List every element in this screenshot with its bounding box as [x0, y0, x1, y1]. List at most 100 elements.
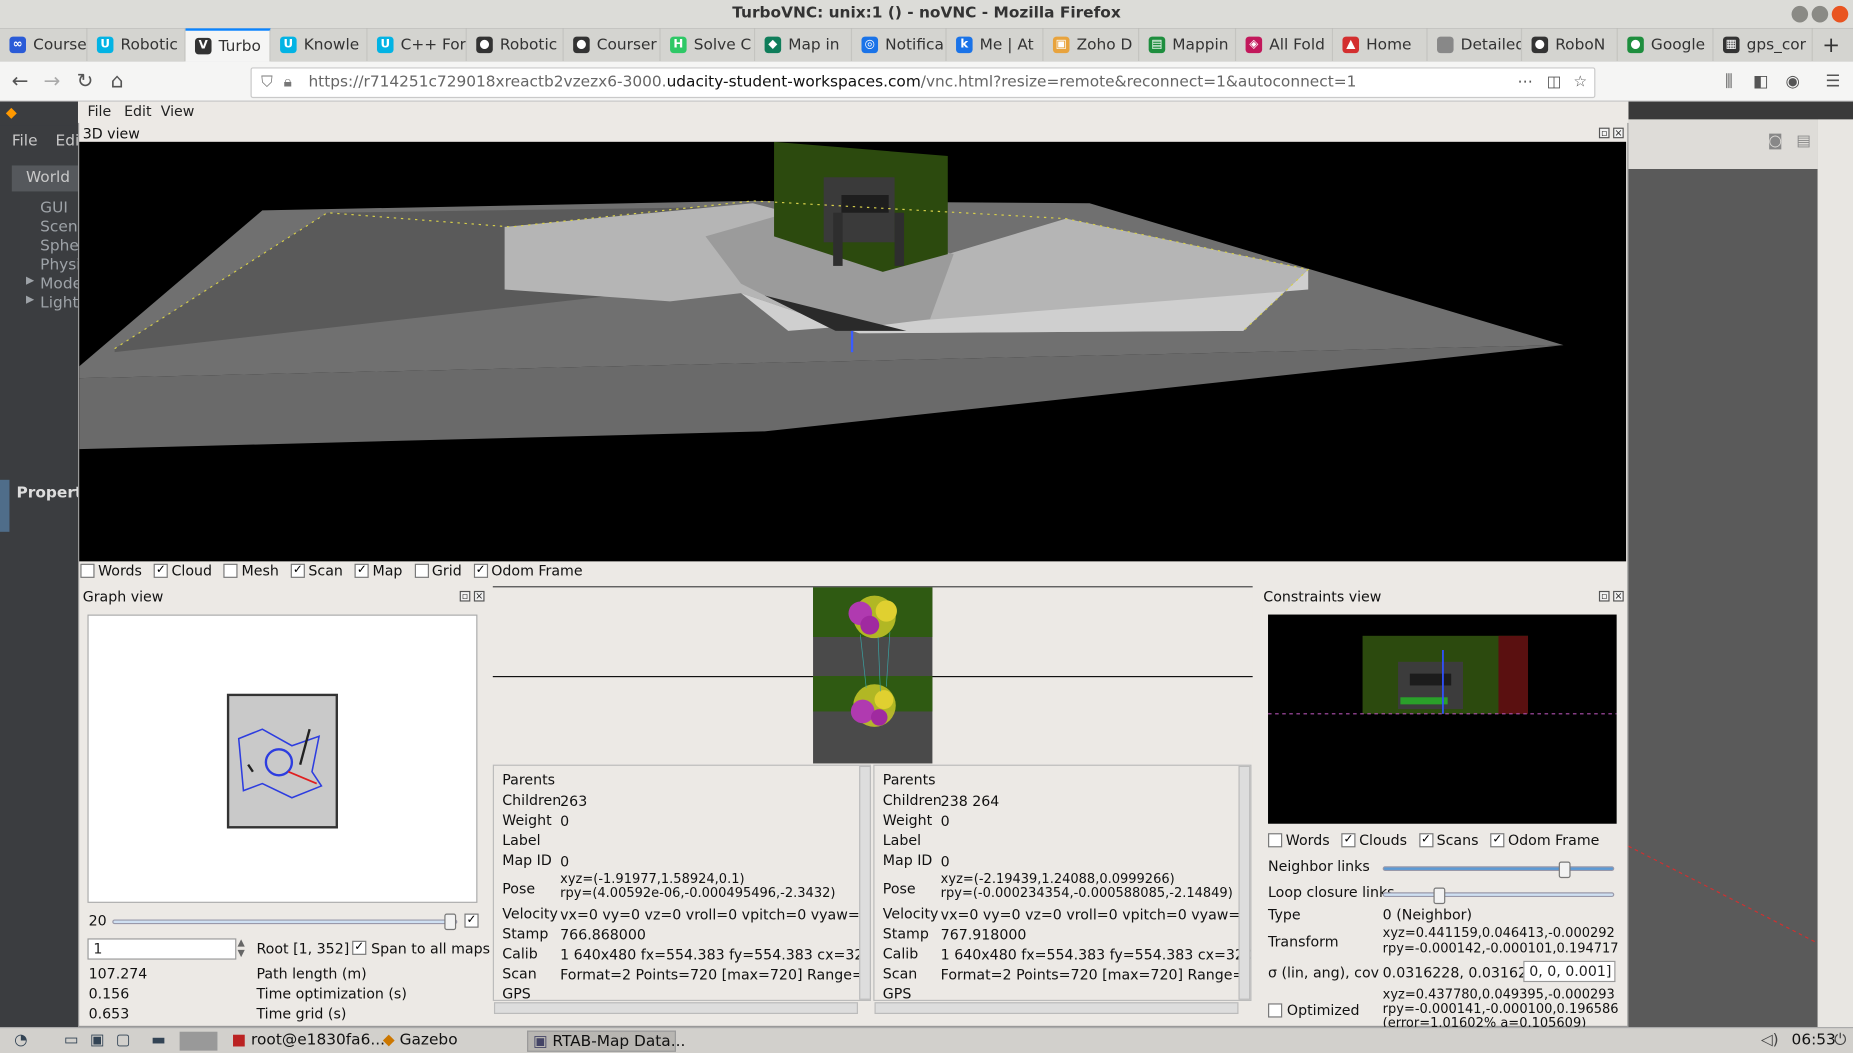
view3d-float-icon[interactable]: ▫	[1598, 127, 1610, 139]
graph-slider-handle[interactable]	[444, 913, 457, 931]
tab-12[interactable]: ▤ Mappin	[1139, 28, 1237, 62]
graph-close-icon[interactable]: ×	[473, 590, 485, 602]
library-icon[interactable]: ⫼	[1716, 70, 1742, 94]
gazebo-world-tab[interactable]: World	[26, 169, 70, 187]
back-icon[interactable]: ←	[7, 70, 33, 94]
view3d-opt-scan[interactable]: ✓ Scan	[290, 563, 343, 579]
span-maps-checkbox[interactable]: ✓	[352, 940, 367, 955]
constraints-close-icon[interactable]: ×	[1613, 590, 1624, 602]
graph-float-icon[interactable]: ▫	[459, 590, 471, 602]
reload-icon[interactable]: ↻	[72, 70, 98, 94]
tab-9[interactable]: ◎ Notifica	[852, 28, 947, 62]
tab-3[interactable]: U Knowle	[271, 28, 368, 62]
view3d-opt-map[interactable]: ✓ Map	[354, 563, 402, 579]
left-info-vscrollbar[interactable]	[859, 765, 871, 1000]
world-item-gui[interactable]: GUI	[40, 200, 68, 218]
checkbox[interactable]	[414, 563, 429, 578]
taskbar-gazebo[interactable]: ◆ Gazebo	[378, 1031, 520, 1052]
more-icon[interactable]: ⋯	[1517, 69, 1532, 97]
expand-models-icon[interactable]: ▶	[26, 275, 34, 287]
checkbox[interactable]: ✓	[1341, 833, 1356, 848]
rtab-menu-edit[interactable]: Edit	[124, 103, 151, 120]
tab-1[interactable]: U Robotic	[87, 28, 186, 62]
checkbox[interactable]: ✓	[290, 563, 305, 578]
tab-8[interactable]: ◆ Map in	[755, 28, 853, 62]
optimized-checkbox[interactable]	[1268, 1003, 1283, 1018]
log-icon[interactable]: ▤	[1796, 132, 1811, 150]
checkbox[interactable]: ✓	[1490, 833, 1505, 848]
menu-icon[interactable]: ☰	[1820, 70, 1846, 94]
tab-16[interactable]: ● RoboN	[1522, 28, 1618, 62]
taskbar-terminal[interactable]: ■ root@e1830fa6...	[227, 1031, 385, 1052]
account-icon[interactable]: ◉	[1780, 70, 1806, 94]
cons-opt-clouds[interactable]: ✓ Clouds	[1341, 832, 1407, 849]
constraints-view-canvas[interactable]	[1268, 614, 1617, 824]
home-icon[interactable]: ⌂	[104, 70, 130, 94]
files-icon[interactable]: ▭	[59, 1031, 79, 1052]
checkbox[interactable]	[80, 563, 95, 578]
graph-id-spinbox[interactable]: 1	[87, 938, 237, 960]
view3d-close-icon[interactable]: ×	[1613, 127, 1624, 139]
forward-icon[interactable]: →	[39, 70, 65, 94]
tab-2[interactable]: VTurbo✕	[185, 28, 271, 62]
taskbar-rtabmap[interactable]: ▣ RTAB-Map Data...	[527, 1030, 685, 1052]
view3d-opt-words[interactable]: Words	[80, 563, 142, 579]
pocket-icon[interactable]: ◫	[1547, 69, 1562, 97]
rtab-menu-file[interactable]: File	[87, 103, 111, 120]
checkbox[interactable]: ✓	[1418, 833, 1434, 848]
power-icon[interactable]: ⏻	[1829, 1031, 1846, 1052]
panel-collapse-handle[interactable]	[0, 479, 10, 532]
view3d-opt-grid[interactable]: Grid	[414, 563, 462, 579]
graph-slider[interactable]	[112, 919, 458, 925]
graph-view-canvas[interactable]	[87, 614, 478, 903]
close-window-button[interactable]	[1831, 5, 1849, 23]
volume-icon[interactable]: ◁)	[1756, 1031, 1779, 1052]
tab-0[interactable]: ∞ Courser	[0, 28, 88, 62]
gazebo-menu-edit[interactable]: Edi	[56, 132, 80, 150]
tab-5[interactable]: ● Robotic	[467, 28, 564, 62]
view3d-opt-odom-frame[interactable]: ✓ Odom Frame	[473, 563, 583, 579]
checkbox[interactable]: ✓	[153, 563, 168, 578]
view3d-opt-cloud[interactable]: ✓ Cloud	[153, 563, 212, 579]
workspace-switcher[interactable]	[179, 1031, 218, 1051]
loop-links-handle[interactable]	[1433, 887, 1446, 905]
checkbox[interactable]: ✓	[354, 563, 369, 578]
checkbox[interactable]: ✓	[473, 563, 488, 578]
tab-11[interactable]: ▣ Zoho D	[1043, 28, 1140, 62]
tab-13[interactable]: ◈ All Fold	[1236, 28, 1334, 62]
desktop-icon[interactable]: ▣	[85, 1031, 105, 1052]
tab-4[interactable]: U C++ For	[368, 28, 467, 62]
view3d-opt-mesh[interactable]: Mesh	[223, 563, 279, 579]
cons-opt-odom-frame[interactable]: ✓ Odom Frame	[1490, 832, 1599, 849]
checkbox[interactable]	[223, 563, 238, 578]
tab-7[interactable]: H Solve C	[661, 28, 756, 62]
right-info-hscrollbar[interactable]	[874, 1002, 1239, 1015]
world-item-models[interactable]: Mode	[40, 275, 82, 293]
window-icon[interactable]: ▢	[111, 1031, 131, 1052]
covariance-field[interactable]: 0, 0, 0.001]	[1523, 960, 1616, 983]
spin-arrows-icon[interactable]: ▲ ▼	[238, 937, 245, 958]
camera-icon[interactable]: ◙	[1768, 132, 1783, 150]
sidebar-icon[interactable]: ◧	[1748, 70, 1774, 94]
tab-18[interactable]: ▦ gps_cor	[1714, 28, 1813, 62]
bookmark-star-icon[interactable]: ☆	[1573, 69, 1587, 97]
gazebo-menu-file[interactable]: File	[12, 132, 38, 150]
tab-10[interactable]: k Me | At	[947, 28, 1044, 62]
cons-opt-words[interactable]: Words	[1268, 832, 1330, 849]
neighbor-links-handle[interactable]	[1558, 861, 1571, 879]
new-tab-button[interactable]: +	[1813, 28, 1850, 61]
rtab-menu-view[interactable]: View	[161, 103, 195, 120]
right-info-vscrollbar[interactable]	[1238, 765, 1251, 1000]
maximize-button[interactable]	[1811, 5, 1829, 23]
left-info-hscrollbar[interactable]	[493, 1002, 858, 1015]
checkbox[interactable]	[1268, 833, 1283, 848]
cons-opt-scans[interactable]: ✓ Scans	[1418, 832, 1478, 849]
tab-17[interactable]: ● Google	[1618, 28, 1714, 62]
minimize-button[interactable]	[1791, 5, 1809, 23]
address-bar[interactable]: ⛉ 🔒︎ https://r714251c729018xreactb2vzezx…	[250, 67, 1596, 99]
graph-slider-checkbox[interactable]: ✓	[464, 913, 479, 928]
neighbor-links-slider[interactable]	[1382, 866, 1615, 872]
tab-14[interactable]: ▲ Home	[1333, 28, 1428, 62]
tab-6[interactable]: ● Courser	[564, 28, 661, 62]
tab-15[interactable]: DetailedAd	[1428, 28, 1523, 62]
